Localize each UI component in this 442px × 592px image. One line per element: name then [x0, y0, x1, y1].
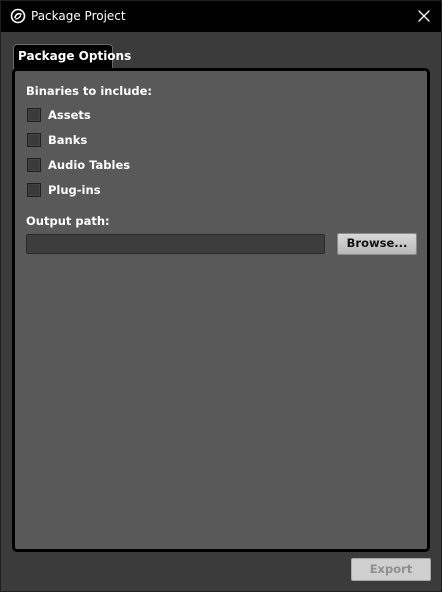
output-path-input[interactable]	[26, 234, 325, 254]
checkbox-row-assets[interactable]: Assets	[27, 107, 91, 123]
close-button[interactable]	[415, 7, 433, 25]
binaries-label: Binaries to include:	[26, 84, 153, 98]
checkbox-row-banks[interactable]: Banks	[27, 132, 87, 148]
package-project-window: Package Project Package Options Binaries…	[0, 0, 442, 592]
plug-ins-label: Plug-ins	[48, 183, 101, 197]
export-button[interactable]: Export	[351, 558, 431, 581]
title-bar: Package Project	[1, 1, 441, 32]
close-icon	[418, 10, 430, 22]
assets-checkbox[interactable]	[27, 108, 41, 122]
tab-package-options[interactable]: Package Options	[13, 44, 131, 69]
checkbox-row-plug-ins[interactable]: Plug-ins	[27, 182, 101, 198]
output-path-label: Output path:	[26, 214, 110, 228]
assets-label: Assets	[48, 108, 91, 122]
audio-tables-label: Audio Tables	[48, 158, 131, 172]
banks-checkbox[interactable]	[27, 133, 41, 147]
browse-button[interactable]: Browse...	[337, 233, 417, 255]
window-title: Package Project	[31, 9, 126, 23]
audio-tables-checkbox[interactable]	[27, 158, 41, 172]
plug-ins-checkbox[interactable]	[27, 183, 41, 197]
checkbox-row-audio-tables[interactable]: Audio Tables	[27, 157, 130, 173]
wwise-logo-icon	[10, 8, 26, 24]
package-options-panel: Binaries to include: Assets Banks Audio …	[12, 68, 430, 552]
banks-label: Banks	[48, 133, 88, 147]
tab-label: Package Options	[18, 49, 132, 63]
